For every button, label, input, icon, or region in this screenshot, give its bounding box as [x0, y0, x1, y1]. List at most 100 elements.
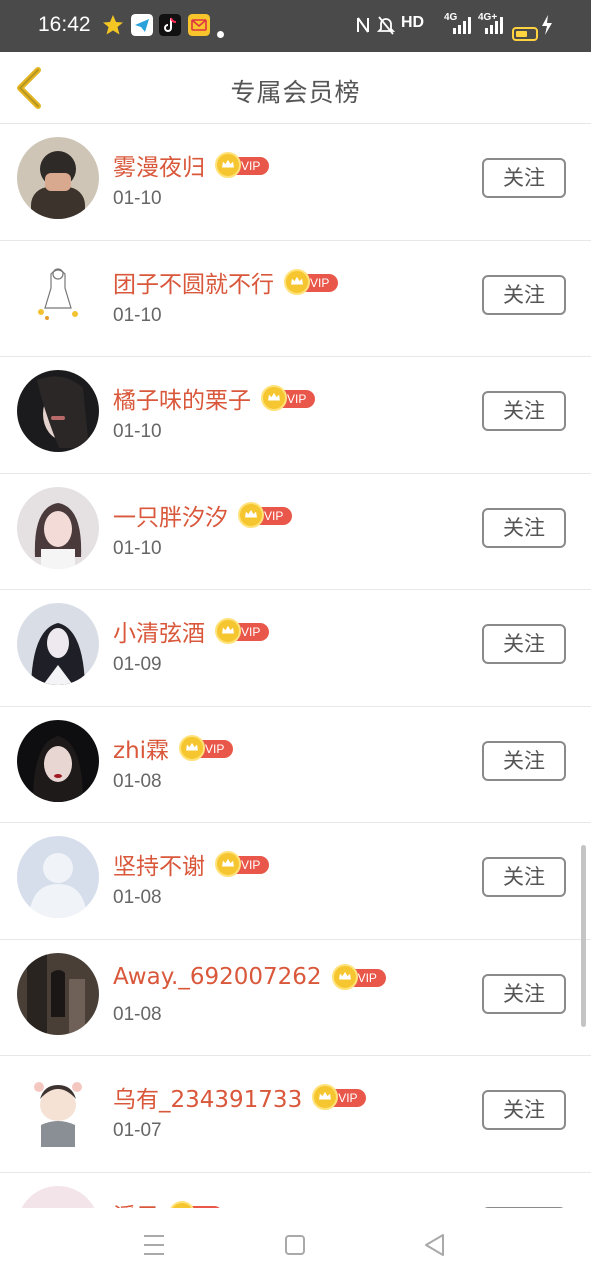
- avatar[interactable]: [17, 486, 99, 569]
- signal-2-icon: [485, 17, 503, 34]
- follow-button[interactable]: 关注: [482, 158, 566, 198]
- header: 专属会员榜: [0, 52, 591, 124]
- member-name[interactable]: 小清弦酒: [113, 614, 205, 648]
- join-date: 01-08: [113, 1003, 162, 1025]
- vip-badge: VIP: [261, 385, 315, 411]
- vip-badge: VIP: [215, 618, 269, 644]
- crown-icon: [215, 152, 241, 178]
- menu-icon[interactable]: [137, 1228, 171, 1262]
- avatar-image: [17, 253, 99, 336]
- join-date: 01-09: [113, 654, 162, 675]
- avatar[interactable]: [17, 1069, 99, 1151]
- member-name-line: 溪子 VIP: [113, 1197, 223, 1209]
- avatar[interactable]: [17, 1185, 99, 1208]
- follow-button[interactable]: 关注: [482, 1090, 566, 1130]
- avatar[interactable]: [17, 253, 99, 336]
- member-list[interactable]: 雾漫夜归 VIP 01-10 关注 团子不圆就不行 VIP 01-10 关注 橘子味的栗子 VIP…: [0, 124, 591, 1208]
- vip-badge: VIP: [238, 501, 292, 528]
- join-date: 01-10: [113, 304, 162, 326]
- vip-badge: VIP: [331, 963, 386, 990]
- signal-1-icon: [453, 17, 471, 34]
- telegram-icon: [131, 14, 153, 36]
- vip-badge: VIP: [312, 1084, 367, 1110]
- avatar-image: [17, 370, 99, 452]
- avatar[interactable]: [17, 370, 99, 452]
- follow-button[interactable]: 关注: [482, 624, 566, 664]
- follow-button[interactable]: 关注: [482, 507, 566, 548]
- battery-icon: [512, 27, 538, 41]
- member-name[interactable]: 橘子味的栗子: [113, 381, 251, 415]
- avatar-image: [17, 1185, 99, 1208]
- mail-icon: [188, 14, 210, 36]
- member-row[interactable]: 乌有_234391733 VIP 01-07 关注: [0, 1056, 591, 1173]
- follow-button[interactable]: 关注: [482, 274, 566, 315]
- crown-icon: [215, 618, 241, 644]
- member-row[interactable]: 小清弦酒 VIP 01-09 关注: [0, 590, 591, 707]
- member-name-line: 团子不圆就不行 VIP: [113, 265, 338, 299]
- system-nav-bar: [0, 1208, 591, 1280]
- home-square-icon[interactable]: [278, 1228, 312, 1262]
- crown-icon: [238, 501, 264, 528]
- member-row[interactable]: zhi霖 VIP 01-08 关注: [0, 707, 591, 823]
- star-icon: [103, 15, 123, 35]
- member-name[interactable]: zhi霖: [113, 731, 169, 765]
- member-name[interactable]: 一只胖汐汐: [113, 498, 228, 532]
- member-name[interactable]: 雾漫夜归: [113, 148, 205, 182]
- member-row[interactable]: Away._692007262 VIP 01-08 关注: [0, 940, 591, 1056]
- mute-bell-icon: [377, 16, 395, 35]
- member-name-line: Away._692007262 VIP: [113, 963, 386, 990]
- page-title: 专属会员榜: [230, 78, 361, 107]
- follow-button[interactable]: 关注: [482, 391, 566, 431]
- member-name-line: 橘子味的栗子 VIP: [113, 381, 315, 415]
- avatar-image: [17, 486, 99, 569]
- member-name-line: 一只胖汐汐 VIP: [113, 498, 292, 532]
- member-name-line: 乌有_234391733 VIP: [113, 1080, 367, 1114]
- nfc-icon: [357, 17, 369, 33]
- avatar[interactable]: [17, 836, 99, 918]
- crown-icon: [179, 734, 206, 761]
- vip-badge: VIP: [169, 1200, 223, 1208]
- follow-button[interactable]: 关注: [482, 973, 566, 1014]
- vip-badge: VIP: [215, 851, 269, 877]
- avatar[interactable]: [17, 952, 99, 1035]
- vip-badge: VIP: [179, 734, 234, 761]
- avatar[interactable]: [17, 137, 99, 219]
- member-row[interactable]: 溪子VIP关注: [0, 1173, 591, 1209]
- member-name-line: 坚持不谢 VIP: [113, 847, 269, 881]
- avatar-image: [17, 137, 99, 219]
- crown-icon: [261, 385, 287, 411]
- hd-indicator: HD: [401, 14, 425, 31]
- back-triangle-icon[interactable]: [418, 1228, 452, 1262]
- notification-dot: [217, 31, 224, 38]
- member-row[interactable]: 橘子味的栗子 VIP 01-10 关注: [0, 357, 591, 474]
- member-name[interactable]: 坚持不谢: [113, 847, 205, 881]
- join-date: 01-08: [113, 770, 162, 792]
- join-date: 01-10: [113, 537, 162, 559]
- scrollbar[interactable]: [581, 845, 586, 1027]
- member-row[interactable]: 坚持不谢 VIP 01-08 关注: [0, 823, 591, 940]
- member-row[interactable]: 一只胖汐汐 VIP 01-10 关注: [0, 474, 591, 590]
- avatar-image: [17, 719, 99, 802]
- avatar[interactable]: [17, 719, 99, 802]
- member-name[interactable]: 溪子: [113, 1197, 159, 1209]
- battery-fill: [516, 31, 527, 37]
- follow-button[interactable]: 关注: [482, 740, 566, 781]
- status-time: 16:42: [38, 13, 91, 36]
- member-row[interactable]: 雾漫夜归 VIP 01-10 关注: [0, 124, 591, 241]
- avatar-image: [17, 836, 99, 918]
- member-name[interactable]: 乌有_234391733: [113, 1080, 302, 1114]
- avatar-image: [17, 952, 99, 1035]
- join-date: 01-10: [113, 421, 162, 442]
- member-name[interactable]: 团子不圆就不行: [113, 265, 274, 299]
- member-name-line: 雾漫夜归 VIP: [113, 148, 269, 182]
- tiktok-icon: [159, 14, 181, 36]
- member-row[interactable]: 团子不圆就不行 VIP 01-10 关注: [0, 241, 591, 357]
- avatar[interactable]: [17, 603, 99, 685]
- member-name-line: zhi霖 VIP: [113, 731, 234, 765]
- avatar-image: [17, 1069, 99, 1151]
- crown-icon: [215, 851, 241, 877]
- member-name[interactable]: Away._692007262: [113, 964, 322, 990]
- follow-button[interactable]: 关注: [482, 857, 566, 897]
- vip-badge: VIP: [215, 152, 269, 178]
- crown-icon: [284, 268, 310, 295]
